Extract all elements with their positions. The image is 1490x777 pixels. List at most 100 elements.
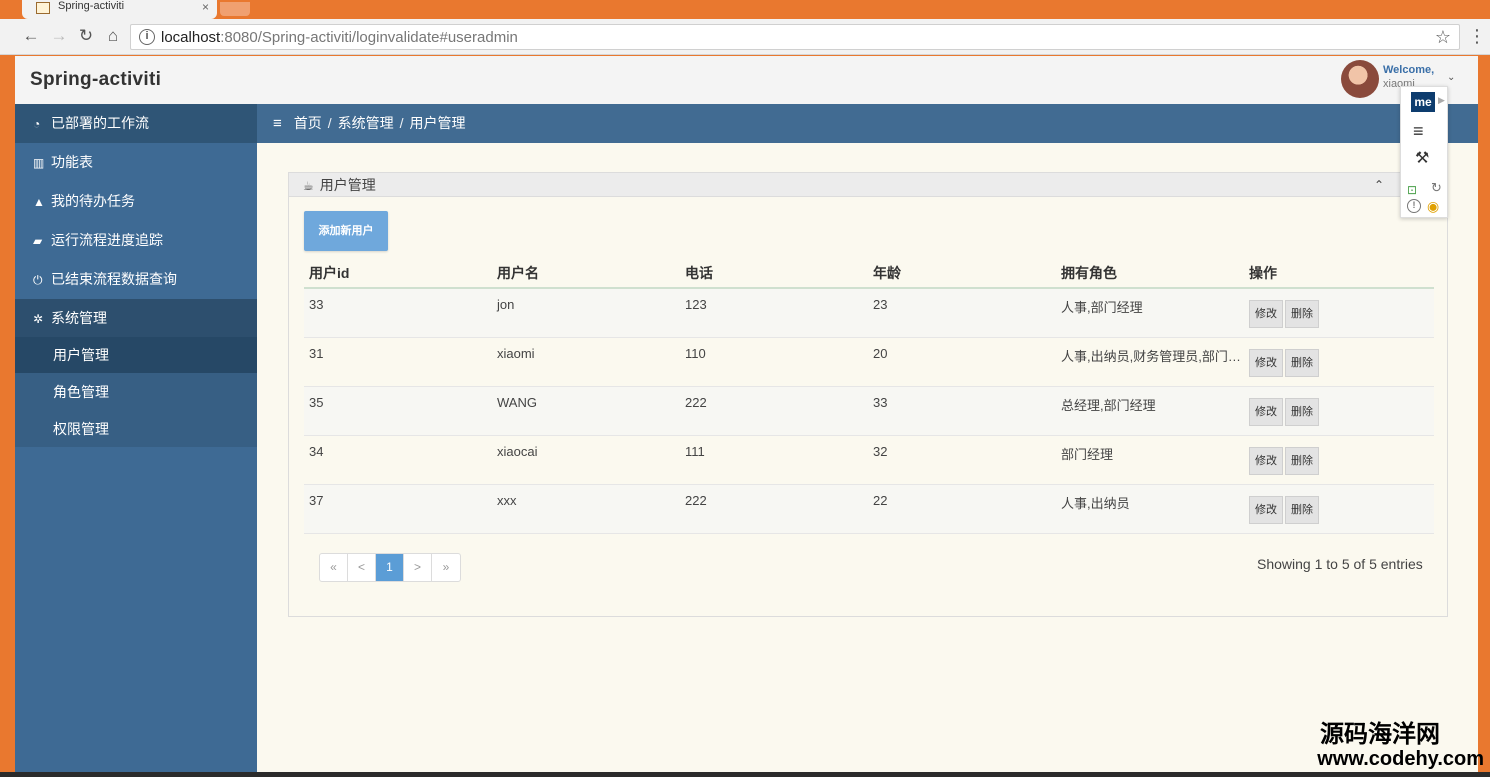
main-content: ≡ 首页 / 系统管理 / 用户管理 ☕ 用户管理 ⌃ 添加新用户 用户id 用户名 电话 …	[257, 104, 1478, 772]
pager-first[interactable]: «	[320, 554, 348, 581]
power-icon: ⏻	[33, 273, 43, 287]
browser-menu-icon[interactable]: ⋮	[1468, 23, 1486, 49]
cell-age: 33	[868, 386, 1056, 436]
table-row: 31 xiaomi 110 20 人事,出纳员,财务管理员,部门经理 修改 删除	[304, 337, 1434, 387]
cell-age: 20	[868, 337, 1056, 387]
column-header-username[interactable]: 用户名	[492, 259, 680, 289]
users-table: 用户id 用户名 电话 年龄 拥有角色 操作 33 jon 123 23 人事,…	[304, 259, 1434, 534]
arrow-right-icon[interactable]: ▶	[1438, 95, 1445, 106]
sidebar-item-deployed-workflows[interactable]: ◔ 已部署的工作流	[15, 104, 257, 143]
home-icon[interactable]: ⌂	[102, 25, 124, 47]
sidebar-item-function-table[interactable]: ▥ 功能表	[15, 143, 257, 182]
dashboard-icon: ◔	[33, 117, 41, 131]
forward-arrow-icon[interactable]: →	[48, 25, 70, 47]
sidebar-item-permission-management[interactable]: 权限管理	[15, 411, 257, 447]
sidebar-item-my-tasks[interactable]: ▲ 我的待办任务	[15, 182, 257, 221]
brand-logo[interactable]: Spring-activiti	[30, 69, 161, 91]
reload-icon[interactable]: ↻	[75, 25, 97, 47]
breadcrumb-current: 用户管理	[409, 115, 466, 131]
browser-tab[interactable]: Spring-activiti ×	[22, 0, 217, 19]
pager-prev[interactable]: <	[348, 554, 376, 581]
watermark: 源码海洋网 www.codehy.com	[1284, 721, 1484, 771]
add-user-button[interactable]: 添加新用户	[304, 211, 388, 251]
address-bar[interactable]: i localhost:8080/Spring-activiti/loginva…	[130, 24, 1460, 50]
gear-icon: ✲	[33, 312, 44, 326]
column-header-actions: 操作	[1244, 259, 1434, 289]
cell-age: 32	[868, 435, 1056, 485]
eye-icon[interactable]: ◉	[1427, 198, 1439, 214]
back-arrow-icon[interactable]: ←	[20, 25, 42, 47]
bottom-edge	[0, 772, 1490, 777]
delete-button[interactable]: 删除	[1285, 300, 1319, 328]
pager-last[interactable]: »	[432, 554, 460, 581]
cell-username: xiaomi	[492, 337, 680, 387]
breadcrumb-home[interactable]: 首页	[294, 115, 322, 131]
tab-close-icon[interactable]: ×	[202, 1, 209, 13]
column-header-age[interactable]: 年龄	[868, 259, 1056, 289]
pager-next[interactable]: >	[404, 554, 432, 581]
sidebar-item-user-management[interactable]: 用户管理	[15, 337, 257, 373]
chevron-up-icon[interactable]: ⌃	[1367, 173, 1391, 197]
bookmark-star-icon[interactable]: ☆	[1435, 27, 1451, 47]
edit-button[interactable]: 修改	[1249, 348, 1283, 377]
cell-roles: 人事,出纳员	[1056, 484, 1244, 534]
breadcrumb-section[interactable]: 系统管理	[338, 115, 394, 131]
edit-button[interactable]: 修改	[1249, 446, 1283, 475]
breadcrumb-separator: /	[399, 115, 404, 131]
edit-button[interactable]: 修改	[1249, 495, 1283, 524]
extension-popup: me ▶ ≡ ⚒ ⊡ ↻ ! ◉	[1400, 86, 1448, 218]
sidebar-item-label: 我的待办任务	[51, 193, 135, 209]
pagination: «<1 >»	[319, 553, 461, 582]
sidebar-item-label: 已结束流程数据查询	[51, 271, 177, 287]
cell-id: 34	[304, 435, 492, 485]
refresh-icon[interactable]: ↻	[1431, 181, 1442, 195]
submenu: 用户管理 角色管理 权限管理	[15, 337, 257, 447]
column-header-roles[interactable]: 拥有角色	[1056, 259, 1244, 289]
coffee-icon: ☕	[303, 179, 314, 193]
cell-phone: 111	[680, 435, 868, 485]
pager-page-1[interactable]: 1	[376, 554, 404, 581]
menu-toggle-icon[interactable]: ≡	[273, 104, 282, 143]
cell-username: WANG	[492, 386, 680, 436]
sidebar-item-label: 运行流程进度追踪	[51, 232, 163, 248]
cast-icon[interactable]: ⊡	[1407, 183, 1417, 197]
sidebar-item-system-management[interactable]: ✲ 系统管理	[15, 299, 257, 338]
sidebar-item-label: 已部署的工作流	[51, 115, 149, 131]
avatar[interactable]	[1341, 60, 1379, 98]
cell-phone: 110	[680, 337, 868, 387]
breadcrumb-separator: /	[327, 115, 332, 131]
new-tab-button[interactable]	[220, 2, 250, 16]
site-info-icon[interactable]: i	[139, 29, 155, 45]
edit-button[interactable]: 修改	[1249, 397, 1283, 426]
bar-chart-icon: ▥	[33, 156, 45, 170]
panel-title: 用户管理	[319, 177, 376, 193]
entries-info: Showing 1 to 5 of 5 entries	[1257, 556, 1423, 572]
truck-icon: ▰	[33, 234, 43, 248]
column-header-id[interactable]: 用户id	[304, 259, 492, 289]
cell-age: 22	[868, 484, 1056, 534]
cell-roles: 人事,出纳员,财务管理员,部门经理	[1056, 337, 1244, 387]
sidebar-item-role-management[interactable]: 角色管理	[15, 374, 257, 410]
sidebar-item-finished-process-query[interactable]: ⏻ 已结束流程数据查询	[15, 260, 257, 299]
column-header-phone[interactable]: 电话	[680, 259, 868, 289]
cell-roles: 总经理,部门经理	[1056, 386, 1244, 436]
magic-wand-icon[interactable]: ⚒	[1415, 149, 1429, 169]
edit-button[interactable]: 修改	[1249, 300, 1283, 328]
delete-button[interactable]: 删除	[1285, 348, 1319, 377]
welcome-label: Welcome,	[1383, 64, 1435, 76]
alert-icon[interactable]: !	[1407, 199, 1421, 213]
delete-button[interactable]: 删除	[1285, 495, 1319, 524]
delete-button[interactable]: 删除	[1285, 446, 1319, 475]
watermark-name: 源码海洋网	[1320, 721, 1440, 748]
me-logo-icon[interactable]: me	[1411, 92, 1435, 112]
menu-icon[interactable]: ≡	[1413, 121, 1424, 141]
table-header-row: 用户id 用户名 电话 年龄 拥有角色 操作	[304, 259, 1434, 289]
delete-button[interactable]: 删除	[1285, 397, 1319, 426]
chevron-down-icon[interactable]: ⌄	[1447, 72, 1455, 83]
sidebar-item-process-tracking[interactable]: ▰ 运行流程进度追踪	[15, 221, 257, 260]
tab-title: Spring-activiti	[58, 0, 125, 12]
watermark-url: www.codehy.com	[1317, 748, 1484, 770]
bell-icon: ▲	[33, 195, 45, 209]
user-management-panel: ☕ 用户管理 ⌃ 添加新用户 用户id 用户名 电话 年龄 拥有角色 操作 33…	[288, 172, 1448, 617]
cell-actions: 修改 删除	[1244, 435, 1434, 485]
